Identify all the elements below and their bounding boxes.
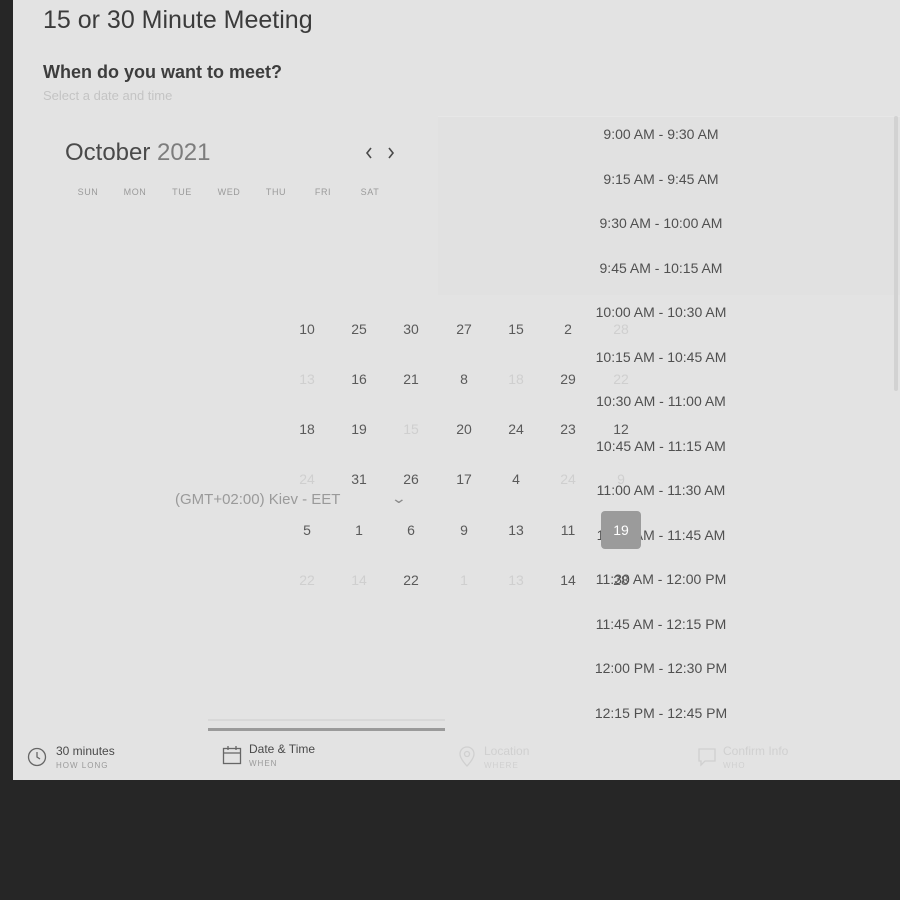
time-list-scrollbar[interactable] <box>894 116 898 391</box>
weekday-fri: FRI <box>314 187 332 197</box>
calendar-day[interactable]: 6 <box>391 511 431 549</box>
calendar-day[interactable]: 19 <box>339 410 379 448</box>
calendar-day[interactable]: 23 <box>548 410 588 448</box>
step-duration-label[interactable]: 30 minutes <box>56 744 115 758</box>
time-slot[interactable]: 10:00 AM - 10:30 AM <box>561 304 761 320</box>
calendar-day: 24 <box>560 471 576 487</box>
calendar-day: 1 <box>460 572 468 588</box>
booking-panel: 15 or 30 Minute Meeting When do you want… <box>13 0 900 780</box>
prev-month-button[interactable] <box>360 142 378 164</box>
calendar-day[interactable]: 21 <box>391 360 431 398</box>
weekday-mon: MON <box>123 187 147 197</box>
calendar-day[interactable]: 11 <box>548 511 588 549</box>
location-pin-icon <box>458 746 476 773</box>
time-slot[interactable]: 12:15 PM - 12:45 PM <box>561 705 761 721</box>
time-slot[interactable]: 11:15 AM - 11:45 AM <box>561 527 761 543</box>
calendar-day[interactable]: 12 <box>601 410 641 448</box>
calendar-day[interactable]: 18 <box>287 410 327 448</box>
section-heading: When do you want to meet? <box>43 62 282 82</box>
time-slot[interactable]: 11:00 AM - 11:30 AM <box>561 482 761 498</box>
calendar-month-label: October 2021 <box>65 139 210 167</box>
time-slot[interactable]: 11:30 AM - 12:00 PM <box>561 571 761 587</box>
weekday-sun: SUN <box>77 187 99 197</box>
calendar-day[interactable]: 2 <box>548 310 588 348</box>
calendar-day[interactable]: 4 <box>496 460 536 498</box>
calendar-day[interactable]: 22 <box>391 561 431 599</box>
calendar-day[interactable]: 28 <box>601 561 641 599</box>
weekday-sat: SAT <box>360 187 380 197</box>
calendar-day[interactable]: 25 <box>339 310 379 348</box>
calendar-icon <box>222 745 242 770</box>
calendar-day[interactable]: 9 <box>444 511 484 549</box>
chevron-left-icon <box>365 147 372 159</box>
page-title: 15 or 30 Minute Meeting <box>43 6 313 34</box>
time-slot[interactable]: 10:15 AM - 10:45 AM <box>561 349 761 365</box>
step-confirm-label[interactable]: Confirm Info <box>723 744 788 758</box>
calendar-year: 2021 <box>157 139 211 166</box>
step-datetime-label[interactable]: Date & Time <box>249 742 315 756</box>
left-edge <box>0 0 13 780</box>
timezone-select[interactable]: (GMT+02:00) Kiev - EET <box>175 491 340 508</box>
calendar-day: 18 <box>508 371 524 387</box>
section-subtitle: Select a date and time <box>43 88 173 103</box>
calendar-day-selected[interactable]: 19 <box>601 511 641 549</box>
time-slot[interactable]: 10:30 AM - 11:00 AM <box>561 393 761 409</box>
calendar-day: 13 <box>508 572 524 588</box>
time-slot[interactable]: 9:15 AM - 9:45 AM <box>561 171 761 187</box>
calendar-day[interactable]: 29 <box>548 360 588 398</box>
calendar-day[interactable]: 31 <box>339 460 379 498</box>
active-step-indicator <box>208 728 445 731</box>
clock-icon <box>27 747 47 772</box>
calendar-day: 22 <box>613 371 629 387</box>
step-duration-sub: HOW LONG <box>56 761 109 770</box>
step-datetime-sub: WHEN <box>249 759 278 768</box>
step-divider <box>208 719 445 721</box>
step-confirm-sub: WHO <box>723 761 746 770</box>
calendar-day[interactable]: 1 <box>339 511 379 549</box>
calendar-day[interactable]: 10 <box>287 310 327 348</box>
next-month-button[interactable] <box>382 142 400 164</box>
calendar-day: 9 <box>617 471 625 487</box>
calendar-day[interactable]: 17 <box>444 460 484 498</box>
weekday-thu: THU <box>265 187 287 197</box>
time-slot[interactable]: 12:00 PM - 12:30 PM <box>561 660 761 676</box>
calendar-day[interactable]: 15 <box>496 310 536 348</box>
calendar-day[interactable]: 16 <box>339 360 379 398</box>
calendar-day[interactable]: 8 <box>444 360 484 398</box>
calendar-day[interactable]: 5 <box>287 511 327 549</box>
comment-icon <box>697 747 717 772</box>
time-slot[interactable]: 11:45 AM - 12:15 PM <box>561 616 761 632</box>
weekday-tue: TUE <box>172 187 192 197</box>
step-location-label[interactable]: Location <box>484 744 529 758</box>
chevron-right-icon <box>388 147 395 159</box>
calendar-day: 13 <box>299 371 315 387</box>
calendar-day: 15 <box>403 421 419 437</box>
chevron-down-icon[interactable]: ⌄ <box>391 490 407 507</box>
calendar-day[interactable]: 20 <box>444 410 484 448</box>
calendar-day[interactable]: 27 <box>444 310 484 348</box>
calendar-day: 28 <box>613 321 629 337</box>
weekday-wed: WED <box>217 187 241 197</box>
time-slot[interactable]: 9:00 AM - 9:30 AM <box>561 126 761 142</box>
calendar-day: 14 <box>351 572 367 588</box>
calendar-day[interactable]: 24 <box>496 410 536 448</box>
calendar-day[interactable]: 13 <box>496 511 536 549</box>
calendar-day: 22 <box>299 572 315 588</box>
calendar-month: October <box>65 139 151 166</box>
time-slot[interactable]: 9:45 AM - 10:15 AM <box>561 260 761 276</box>
time-slot[interactable]: 10:45 AM - 11:15 AM <box>561 438 761 454</box>
step-location-sub: WHERE <box>484 761 519 770</box>
calendar-day[interactable]: 30 <box>391 310 431 348</box>
time-slot[interactable]: 9:30 AM - 10:00 AM <box>561 215 761 231</box>
calendar-day[interactable]: 14 <box>548 561 588 599</box>
